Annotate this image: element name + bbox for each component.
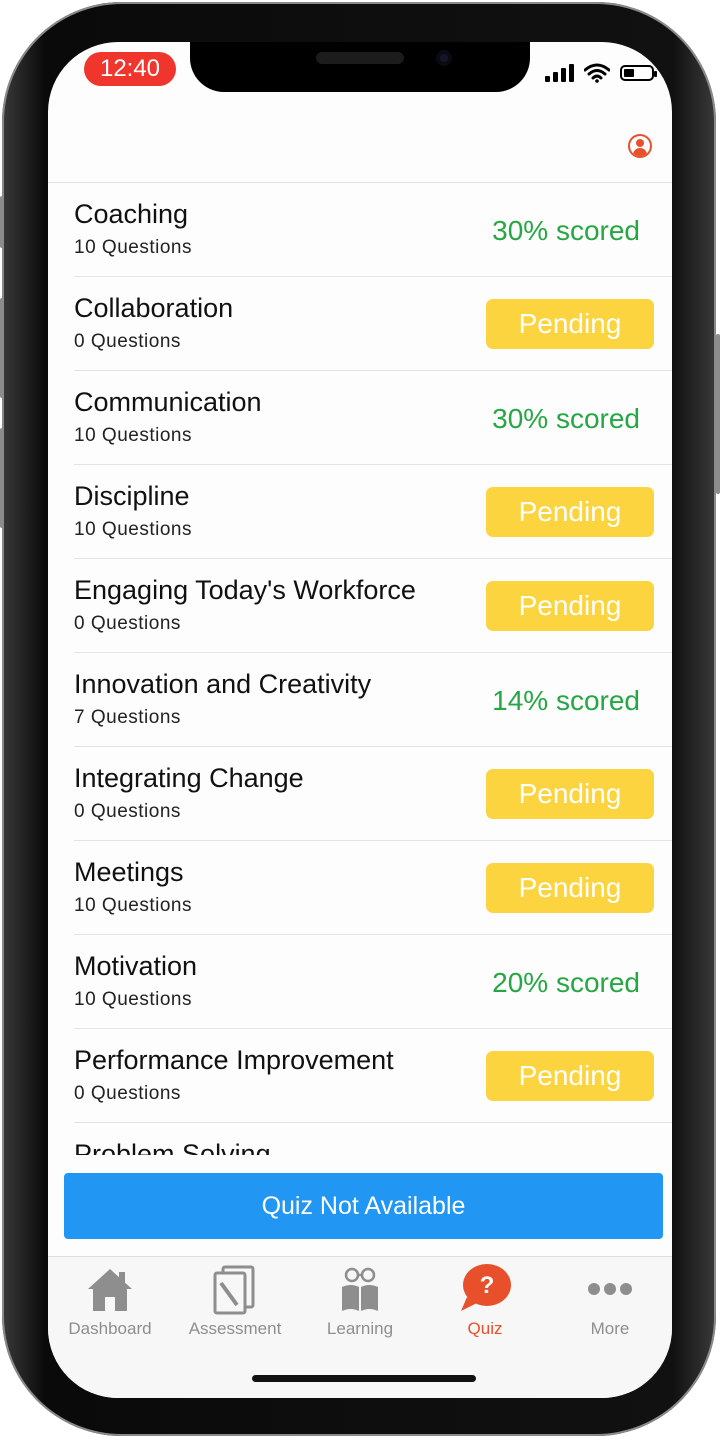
volume-down-button — [0, 428, 4, 528]
question-count: 10 Questions — [74, 895, 192, 916]
quiz-title: Performance Improvement — [74, 1045, 394, 1075]
list-item[interactable]: Performance Improvement 0 Questions Pend… — [74, 1029, 672, 1123]
notch — [190, 42, 530, 92]
quiz-title: Communication — [74, 387, 262, 417]
app-screen: 12:40 Coaching 10 Questions 30% scored C… — [48, 42, 672, 1398]
svg-text:?: ? — [480, 1272, 495, 1299]
front-camera — [436, 50, 452, 66]
list-item[interactable]: Coaching 10 Questions 30% scored — [74, 183, 672, 277]
score-label: 30% scored — [492, 215, 640, 246]
tab-label: More — [590, 1319, 630, 1338]
question-count: 10 Questions — [74, 237, 192, 258]
pending-button[interactable]: Pending — [486, 1051, 654, 1101]
quiz-title: Collaboration — [74, 293, 234, 323]
tab-label: Assessment — [188, 1319, 282, 1338]
question-count: 0 Questions — [74, 1083, 181, 1104]
tab-dashboard[interactable]: Dashboard — [48, 1257, 172, 1347]
app-header — [48, 92, 672, 183]
quiz-title: Problem Solving — [74, 1139, 271, 1155]
question-count: 10 Questions — [74, 519, 192, 540]
pending-button[interactable]: Pending — [486, 769, 654, 819]
question-count: 10 Questions — [74, 425, 192, 446]
quiz-title: Engaging Today's Workforce — [74, 575, 416, 605]
quiz-not-available-button[interactable]: Quiz Not Available — [64, 1173, 663, 1239]
tab-more[interactable]: More — [548, 1257, 672, 1347]
quiz-title: Discipline — [74, 481, 190, 511]
list-item[interactable]: Meetings 10 Questions Pending — [74, 841, 672, 935]
pending-button[interactable]: Pending — [486, 863, 654, 913]
tab-label: Learning — [326, 1319, 394, 1338]
pending-button[interactable]: Pending — [486, 487, 654, 537]
list-item[interactable]: Motivation 10 Questions 20% scored — [74, 935, 672, 1029]
tab-assessment[interactable]: Assessment — [173, 1257, 297, 1347]
question-count: 0 Questions — [74, 331, 181, 352]
question-count: 0 Questions — [74, 613, 181, 634]
score-label: 20% scored — [492, 967, 640, 998]
question-count: 7 Questions — [74, 707, 181, 728]
pending-button[interactable]: Pending — [486, 299, 654, 349]
house-icon — [88, 1269, 132, 1311]
volume-up-button — [0, 298, 4, 398]
list-item[interactable]: Collaboration 0 Questions Pending — [74, 277, 672, 371]
score-label: 14% scored — [492, 685, 640, 716]
list-item[interactable]: Discipline 10 Questions Pending — [74, 465, 672, 559]
question-count: 10 Questions — [74, 989, 192, 1010]
list-item[interactable]: Problem Solving — [74, 1123, 672, 1155]
pending-button[interactable]: Pending — [486, 581, 654, 631]
quiz-title: Innovation and Creativity — [74, 669, 372, 699]
speaker — [316, 52, 404, 64]
book-glasses-icon — [342, 1267, 378, 1311]
question-count: 0 Questions — [74, 801, 181, 822]
user-circle-icon[interactable] — [628, 134, 652, 158]
tab-label: Dashboard — [68, 1319, 152, 1338]
home-indicator[interactable] — [252, 1375, 476, 1382]
power-button — [716, 334, 720, 494]
quiz-title: Meetings — [74, 857, 184, 887]
phone-device: 12:40 Coaching 10 Questions 30% scored C… — [0, 0, 720, 1440]
list-item[interactable]: Communication 10 Questions 30% scored — [74, 371, 672, 465]
quiz-title: Motivation — [74, 951, 198, 981]
tab-quiz[interactable]: ? Quiz — [423, 1257, 547, 1347]
score-label: 30% scored — [492, 403, 640, 434]
question-bubble-icon: ? — [461, 1264, 511, 1311]
wifi-icon — [584, 63, 610, 83]
more-dots-icon — [588, 1283, 632, 1295]
status-icons — [545, 62, 657, 84]
list-item[interactable]: Engaging Today's Workforce 0 Questions P… — [74, 559, 672, 653]
tab-learning[interactable]: Learning — [298, 1257, 422, 1347]
list-item[interactable]: Integrating Change 0 Questions Pending — [74, 747, 672, 841]
cellular-signal-icon — [545, 64, 574, 82]
list-item[interactable]: Innovation and Creativity 7 Questions 14… — [74, 653, 672, 747]
documents-icon — [213, 1265, 255, 1315]
quiz-list[interactable]: Coaching 10 Questions 30% scored Collabo… — [48, 183, 672, 1155]
tab-label: Quiz — [467, 1319, 503, 1338]
status-time: 12:40 — [84, 52, 176, 86]
quiz-title: Integrating Change — [74, 763, 304, 793]
mute-switch — [0, 196, 4, 248]
quiz-title: Coaching — [74, 199, 189, 229]
battery-icon — [620, 65, 657, 81]
